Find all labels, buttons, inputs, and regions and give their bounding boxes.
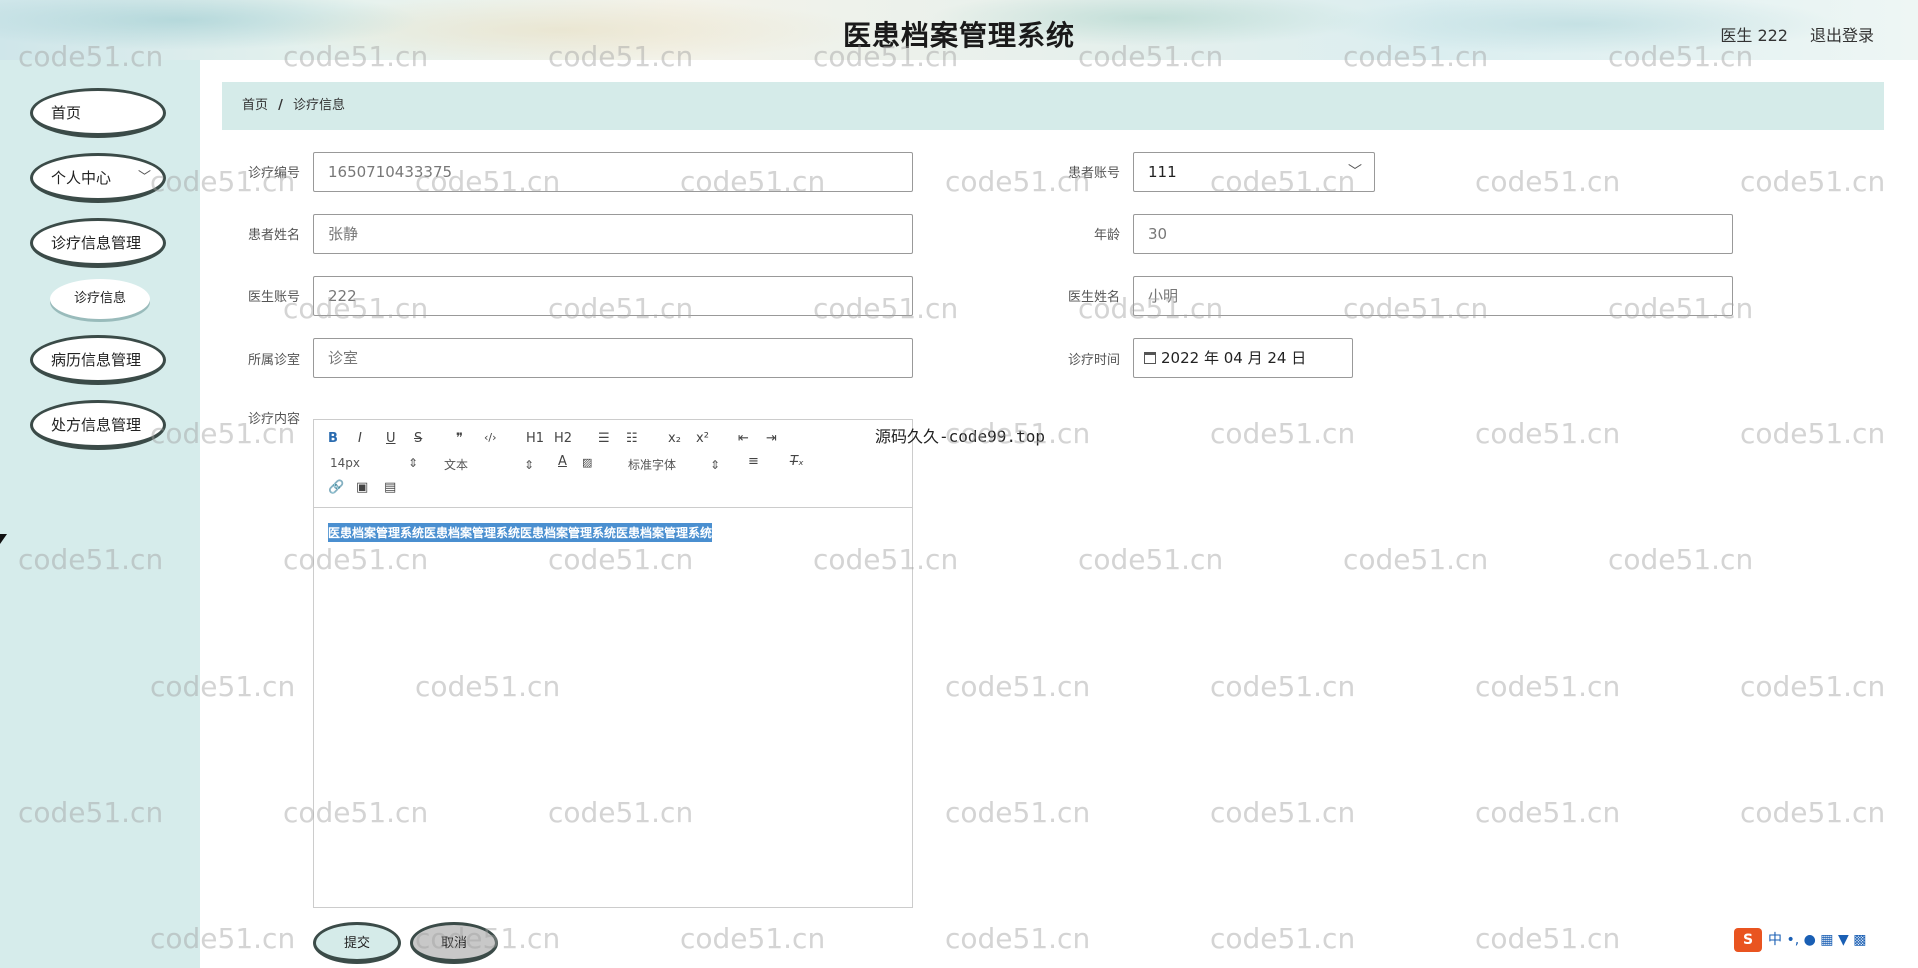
sidebar-subitem-diagnosis-info[interactable]: 诊疗信息 <box>50 279 150 319</box>
font-size-select[interactable]: 14px ⇕ <box>330 456 418 470</box>
updown-icon: ⇕ <box>524 458 535 472</box>
code-block-button[interactable]: ‹/› <box>484 431 497 444</box>
chevron-down-icon: ﹀ <box>1348 164 1362 180</box>
diag-time-label: 诊疗时间 <box>1067 353 1120 368</box>
breadcrumb: 首页 / 诊疗信息 <box>222 82 1884 130</box>
bold-button[interactable]: B <box>328 431 338 446</box>
doctor-name-field[interactable]: 小明 <box>1133 276 1733 316</box>
italic-button[interactable]: I <box>358 431 362 446</box>
editor-toolbar: B I U S ❞ ‹/› H1 H2 ☰ ☷ x₂ x² ⇤ ⇥ 14px ⇕ … <box>314 420 912 508</box>
editor-selected-text[interactable]: 医患档案管理系统医患档案管理系统医患档案管理系统医患档案管理系统 <box>328 523 713 542</box>
block-type-value: 文本 <box>444 458 469 472</box>
diag-no-field[interactable]: 1650710433375 <box>313 152 913 192</box>
sidebar-item-prescription-management[interactable]: 处方信息管理 <box>30 400 166 450</box>
superscript-button[interactable]: x² <box>696 431 709 446</box>
ime-toolbar[interactable]: S中 •, ● ▦ ▼ ▩ <box>1734 928 1914 956</box>
patient-acct-label: 患者账号 <box>1067 166 1120 181</box>
cancel-button[interactable]: 取消 <box>410 922 498 964</box>
clinic-field[interactable]: 诊室 <box>313 338 913 378</box>
microphone-icon[interactable]: ● <box>1804 932 1816 948</box>
sidebar-item-diagnosis-management[interactable]: 诊疗信息管理 <box>30 218 166 268</box>
align-icon[interactable]: ≡ <box>748 454 759 469</box>
grid-icon[interactable]: ▩ <box>1853 932 1866 948</box>
sidebar-item-label: 个人中心 <box>51 169 112 187</box>
subscript-button[interactable]: x₂ <box>668 431 681 446</box>
logout-link[interactable]: 退出登录 <box>1810 22 1874 46</box>
age-label: 年龄 <box>1093 228 1120 243</box>
app-title: 医患档案管理系统 <box>842 19 1075 52</box>
font-family-select[interactable]: 标准字体 ⇕ <box>628 456 720 473</box>
diag-time-value: 2022 年 04 月 24 日 <box>1161 349 1307 367</box>
sidebar: 首页 个人中心 ﹀ 诊疗信息管理 诊疗信息 病历信息管理 处方信息管理 <box>0 60 200 968</box>
punctuation-icon[interactable]: •, <box>1786 932 1799 948</box>
sidebar-item-label: 诊疗信息管理 <box>51 234 142 252</box>
age-field[interactable]: 30 <box>1133 214 1733 254</box>
font-family-value: 标准字体 <box>628 458 677 472</box>
sidebar-item-medical-record-management[interactable]: 病历信息管理 <box>30 335 166 385</box>
strike-button[interactable]: S <box>414 431 422 446</box>
updown-icon: ⇕ <box>710 458 721 472</box>
rich-text-editor[interactable]: B I U S ❞ ‹/› H1 H2 ☰ ☷ x₂ x² ⇤ ⇥ 14px ⇕ … <box>313 419 913 908</box>
breadcrumb-home[interactable]: 首页 <box>242 98 268 113</box>
sogou-logo-icon: S <box>1734 928 1762 952</box>
doctor-acct-field[interactable]: 222 <box>313 276 913 316</box>
overlay-text: 源码久久-code99.top <box>875 427 1045 446</box>
blockquote-button[interactable]: ❞ <box>456 431 463 446</box>
patient-acct-value: 111 <box>1148 163 1177 181</box>
patient-name-label: 患者姓名 <box>247 228 300 243</box>
image-icon[interactable]: ▣ <box>356 480 368 495</box>
diag-time-picker[interactable]: 2022 年 04 月 24 日 <box>1133 338 1353 378</box>
clinic-label: 所属诊室 <box>247 353 300 368</box>
updown-icon: ⇕ <box>408 456 419 470</box>
link-icon[interactable]: 🔗 <box>328 480 344 495</box>
breadcrumb-separator: / <box>278 98 283 113</box>
ime-language[interactable]: 中 <box>1768 932 1782 948</box>
font-size-value: 14px <box>330 456 360 470</box>
doctor-name-label: 医生姓名 <box>1067 290 1120 305</box>
video-icon[interactable]: ▤ <box>384 480 396 495</box>
sidebar-item-personal-center[interactable]: 个人中心 ﹀ <box>30 153 166 203</box>
sidebar-item-label: 处方信息管理 <box>51 416 142 434</box>
breadcrumb-current: 诊疗信息 <box>293 98 346 113</box>
outdent-button[interactable]: ⇤ <box>738 431 749 446</box>
doctor-acct-label: 医生账号 <box>247 290 300 305</box>
header: 医患档案管理系统 医生 222 退出登录 <box>0 0 1918 60</box>
calendar-icon <box>1144 352 1156 364</box>
block-type-select[interactable]: 文本 ⇕ <box>444 456 534 473</box>
background-color-icon[interactable]: ▨ <box>582 456 592 469</box>
main-content: 首页 / 诊疗信息 诊疗编号 1650710433375 患者账号 111 ﹀ 患… <box>200 60 1918 968</box>
sidebar-item-label: 诊疗信息 <box>73 291 126 306</box>
keyboard-icon[interactable]: ▦ <box>1820 932 1833 948</box>
indent-button[interactable]: ⇥ <box>766 431 777 446</box>
chevron-down-icon: ﹀ <box>137 170 151 185</box>
h2-button[interactable]: H2 <box>554 431 572 446</box>
current-user: 医生 222 <box>1720 26 1788 45</box>
content-label: 诊疗内容 <box>247 412 300 427</box>
font-color-button[interactable]: A <box>558 454 567 469</box>
mouse-cursor-icon <box>0 534 7 544</box>
clear-format-icon[interactable]: T̶ₓ <box>790 454 804 469</box>
sidebar-item-label: 首页 <box>51 104 82 122</box>
diag-no-label: 诊疗编号 <box>247 166 300 181</box>
ordered-list-button[interactable]: ☰ <box>598 431 610 446</box>
sidebar-item-label: 病历信息管理 <box>51 351 142 369</box>
h1-button[interactable]: H1 <box>526 431 544 446</box>
patient-name-field[interactable]: 张静 <box>313 214 913 254</box>
patient-acct-select[interactable]: 111 ﹀ <box>1133 152 1375 192</box>
bullet-list-button[interactable]: ☷ <box>626 431 638 446</box>
underline-button[interactable]: U <box>386 431 396 446</box>
skin-icon[interactable]: ▼ <box>1838 932 1849 948</box>
submit-button[interactable]: 提交 <box>313 922 401 964</box>
sidebar-item-home[interactable]: 首页 <box>30 88 166 138</box>
